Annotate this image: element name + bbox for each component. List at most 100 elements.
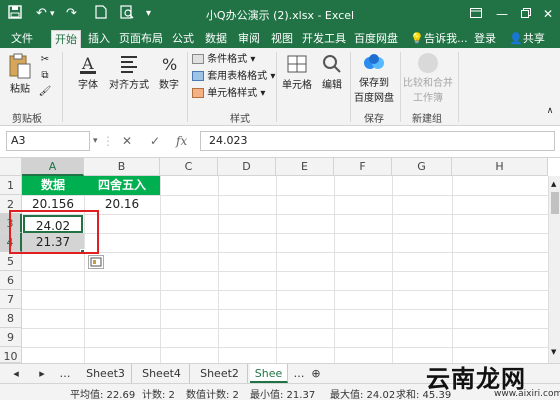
cell-a1[interactable]: 数据 — [22, 176, 84, 195]
gridline — [22, 252, 550, 253]
column-header-f[interactable]: F — [334, 158, 392, 176]
gridline — [160, 176, 161, 363]
share-button[interactable]: 👤共享 — [502, 30, 552, 48]
collapse-ribbon-icon[interactable]: ∧ — [544, 106, 556, 116]
row-header-6[interactable]: 6 — [0, 271, 22, 290]
tab-review[interactable]: 审阅 — [234, 30, 264, 48]
cell-style-button[interactable]: 单元格样式 ▾ — [192, 86, 265, 102]
formula-input[interactable]: 24.023 — [200, 131, 555, 151]
sheet-tab-sheet3[interactable]: Sheet3 — [80, 364, 132, 383]
svg-text:A: A — [81, 54, 94, 73]
tab-file[interactable]: 文件 — [6, 30, 38, 48]
status-min: 最小值: 21.37 — [250, 390, 316, 401]
ribbon: 粘贴 ✂ ⧉ 🖌 剪贴板 A 字体 对齐方式 % 数字 条件格式 ▾ 套用表格格… — [0, 48, 560, 126]
close-icon[interactable]: ✕ — [538, 4, 558, 24]
editing-button[interactable]: 编辑 — [318, 52, 346, 91]
column-header-a[interactable]: A — [22, 158, 84, 176]
group-separator — [400, 52, 401, 122]
font-button[interactable]: A 字体 — [70, 52, 106, 91]
svg-text:%: % — [162, 55, 177, 74]
column-header-g[interactable]: G — [392, 158, 452, 176]
gridline — [276, 176, 277, 363]
scroll-up-icon[interactable]: ▲ — [551, 180, 559, 188]
gridline — [22, 309, 550, 310]
prev-sheet-icon[interactable]: ◂ — [8, 364, 24, 383]
ribbon-tabs: 文件 开始 插入 页面布局 公式 数据 审阅 视图 开发工具 百度网盘 💡告诉我… — [0, 28, 560, 48]
row-header-7[interactable]: 7 — [0, 290, 22, 309]
tab-page-layout[interactable]: 页面布局 — [118, 30, 164, 48]
gridline — [22, 290, 550, 291]
tab-baidu-netdisk[interactable]: 百度网盘 — [352, 30, 400, 48]
status-count: 计数: 2 — [142, 390, 175, 401]
column-header-b[interactable]: B — [84, 158, 160, 176]
alignment-button[interactable]: 对齐方式 — [106, 52, 152, 91]
percent-icon: % — [162, 55, 177, 74]
gridline — [452, 176, 453, 363]
restore-icon[interactable] — [516, 4, 536, 24]
person-icon: 👤 — [509, 32, 523, 45]
gridline — [22, 328, 550, 329]
quick-analysis-icon[interactable] — [88, 255, 104, 269]
group-separator — [187, 52, 188, 122]
sheet-tab-sheet2[interactable]: Sheet2 — [192, 364, 248, 383]
name-box-dropdown-icon[interactable]: ▾ — [93, 131, 98, 151]
sheet-tab-sheet4[interactable]: Sheet4 — [134, 364, 190, 383]
cell-b1[interactable]: 四舍五入 — [84, 176, 160, 195]
compare-merge-icon — [418, 53, 438, 73]
more-sheets-icon[interactable]: … — [58, 364, 72, 383]
save-to-baidu-button[interactable]: 保存到 百度网盘 — [352, 52, 396, 104]
paste-button[interactable]: 粘贴 — [6, 52, 34, 95]
row-header-9[interactable]: 9 — [0, 328, 22, 347]
column-header-d[interactable]: D — [218, 158, 276, 176]
cut-icon[interactable]: ✂ — [38, 54, 52, 65]
enter-icon[interactable]: ✓ — [150, 131, 160, 151]
copy-icon[interactable]: ⧉ — [38, 70, 52, 81]
group-separator — [458, 52, 459, 122]
select-all-corner[interactable] — [0, 158, 22, 176]
table-format-button[interactable]: 套用表格格式 ▾ — [192, 69, 275, 85]
tab-formulas[interactable]: 公式 — [168, 30, 198, 48]
column-header-e[interactable]: E — [276, 158, 334, 176]
watermark-url: www.aixiri.com — [494, 389, 560, 399]
tell-me-box[interactable]: 💡告诉我... — [408, 30, 470, 48]
tab-data[interactable]: 数据 — [201, 30, 231, 48]
scroll-thumb[interactable] — [551, 192, 559, 214]
next-sheet-icon[interactable]: ▸ — [34, 364, 50, 383]
sheet-tab-active[interactable]: Shee — [250, 364, 288, 383]
lightbulb-icon: 💡 — [410, 32, 425, 45]
formula-bar-grip-icon[interactable]: ⋮ — [102, 131, 114, 151]
gridline — [218, 176, 219, 363]
font-icon: A — [80, 54, 96, 74]
conditional-format-button[interactable]: 条件格式 ▾ — [192, 52, 255, 68]
add-sheet-icon[interactable]: ⊕ — [308, 364, 324, 383]
group-separator — [276, 52, 277, 122]
tab-view[interactable]: 视图 — [267, 30, 297, 48]
more-sheets-right-icon[interactable]: … — [292, 364, 306, 383]
status-numeric-count: 数值计数: 2 — [186, 390, 239, 401]
cells-button[interactable]: 单元格 — [280, 52, 314, 91]
name-box[interactable]: A3 — [6, 131, 90, 151]
column-header-h[interactable]: H — [452, 158, 548, 176]
vertical-scrollbar[interactable]: ▲ ▼ — [548, 176, 560, 363]
search-icon — [323, 55, 341, 73]
tab-developer[interactable]: 开发工具 — [300, 30, 348, 48]
row-header-1[interactable]: 1 — [0, 176, 22, 195]
compare-merge-button[interactable]: 比较和合并 工作簿 — [402, 52, 454, 104]
baidu-netdisk-icon — [364, 54, 384, 69]
minimize-icon[interactable]: — — [492, 4, 512, 24]
format-painter-icon[interactable]: 🖌 — [38, 86, 52, 97]
column-header-c[interactable]: C — [160, 158, 218, 176]
tab-home[interactable]: 开始 — [51, 30, 81, 48]
highlight-box — [9, 210, 99, 254]
gridline — [392, 176, 393, 363]
insert-function-icon[interactable]: fx — [176, 131, 187, 151]
cancel-icon[interactable]: ✕ — [122, 131, 132, 151]
number-button[interactable]: % 数字 — [154, 52, 184, 91]
row-header-8[interactable]: 8 — [0, 309, 22, 328]
row-header-10[interactable]: 10 — [0, 347, 22, 363]
formula-bar: A3 ▾ ⋮ ✕ ✓ fx 24.023 — [0, 126, 560, 158]
ribbon-options-icon[interactable] — [466, 4, 486, 24]
tab-insert[interactable]: 插入 — [84, 30, 114, 48]
row-header-5[interactable]: 5 — [0, 252, 22, 271]
login-link[interactable]: 登录 — [470, 30, 500, 48]
